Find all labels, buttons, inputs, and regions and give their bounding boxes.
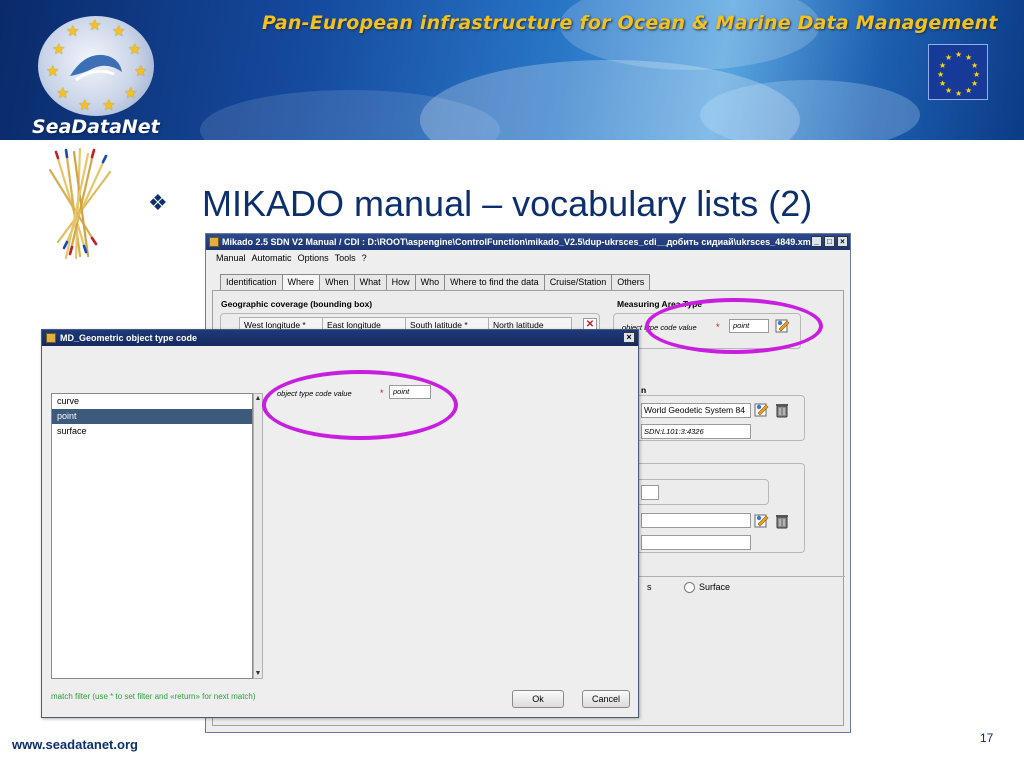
tab-bar: Identification Where When What How Who W… xyxy=(220,274,651,290)
main-window-title: Mikado 2.5 SDN V2 Manual / CDI : D:\ROOT… xyxy=(222,237,814,247)
title-bullet: ❖ xyxy=(148,190,168,215)
crs-code-input[interactable]: SDN:L101:3:4326 xyxy=(641,424,751,439)
menu-item-options[interactable]: Options xyxy=(298,250,329,266)
dialog-close-icon[interactable]: × xyxy=(623,332,635,343)
menu-item-help[interactable]: ? xyxy=(362,250,367,266)
edit-picker-icon[interactable] xyxy=(754,402,770,418)
logo-text: SeaDataNet xyxy=(32,116,160,138)
menu-item-tools[interactable]: Tools xyxy=(335,250,356,266)
close-icon[interactable]: × xyxy=(837,236,848,247)
main-window-titlebar[interactable]: Mikado 2.5 SDN V2 Manual / CDI : D:\ROOT… xyxy=(206,234,850,250)
list-item[interactable]: surface xyxy=(52,424,252,439)
vertical-code-input[interactable] xyxy=(641,535,751,550)
minimize-icon[interactable]: _ xyxy=(811,236,822,247)
slide-title: MIKADO manual – vocabulary lists (2) xyxy=(202,183,813,224)
maximize-icon[interactable]: □ xyxy=(824,236,835,247)
radio-surface-label: Surface xyxy=(699,582,731,592)
menu-item-automatic[interactable]: Automatic xyxy=(252,250,292,266)
slide: ★ ★ ★ ★ ★ ★ ★ ★ ★ ★ ★ SeaDataNet Pan-Eur… xyxy=(0,0,1024,768)
vertical-unit-input[interactable] xyxy=(641,513,751,528)
tab-how[interactable]: How xyxy=(385,274,416,290)
match-filter-hint: match filter (use * to set filter and «r… xyxy=(51,692,256,701)
seadatanet-logo-icon: ★ ★ ★ ★ ★ ★ ★ ★ ★ ★ ★ xyxy=(38,16,154,116)
trash-icon[interactable] xyxy=(774,513,790,529)
eu-flag-icon: ★ ★ ★ ★ ★ ★ ★ ★ ★ ★ ★ ★ xyxy=(928,44,988,100)
banner: ★ ★ ★ ★ ★ ★ ★ ★ ★ ★ ★ SeaDataNet Pan-Eur… xyxy=(0,0,1024,140)
crs-label: n xyxy=(641,385,647,395)
mikado-sticks-icon xyxy=(48,148,112,260)
radio-surface[interactable] xyxy=(684,582,695,593)
tab-others[interactable]: Others xyxy=(611,274,651,290)
tab-cruise-station[interactable]: Cruise/Station xyxy=(543,274,613,290)
dialog-title: MD_Geometric object type code xyxy=(60,333,198,343)
tab-identification[interactable]: Identification xyxy=(220,274,283,290)
list-item[interactable]: curve xyxy=(52,394,252,409)
scroll-up-icon[interactable]: ▲ xyxy=(254,394,262,403)
app-icon xyxy=(209,237,219,247)
page-number: 17 xyxy=(980,731,994,745)
tab-when[interactable]: When xyxy=(319,274,355,290)
vertical-value-input[interactable] xyxy=(641,485,659,500)
crs-name-input[interactable]: World Geodetic System 84 xyxy=(641,403,751,418)
edit-picker-icon[interactable] xyxy=(754,513,770,529)
list-item[interactable]: point xyxy=(52,409,252,424)
tab-where-to-find[interactable]: Where to find the data xyxy=(444,274,545,290)
tab-who[interactable]: Who xyxy=(414,274,446,290)
banner-title: Pan-European infrastructure for Ocean & … xyxy=(262,12,998,34)
geographic-coverage-label: Geographic coverage (bounding box) xyxy=(221,299,373,309)
trash-icon[interactable] xyxy=(774,402,790,418)
ok-button[interactable]: Ok xyxy=(512,690,564,708)
tab-where[interactable]: Where xyxy=(281,274,321,290)
highlight-ellipse xyxy=(262,370,458,440)
radio-label-fragment: s xyxy=(647,582,652,592)
footer-url[interactable]: www.seadatanet.org xyxy=(12,737,138,752)
menu-bar: Manual Automatic Options Tools ? xyxy=(206,250,850,266)
menu-item-manual[interactable]: Manual xyxy=(216,250,246,266)
vocabulary-list[interactable]: curve point surface xyxy=(51,393,253,679)
highlight-ellipse xyxy=(645,298,823,354)
scroll-down-icon[interactable]: ▼ xyxy=(254,669,262,678)
app-icon xyxy=(46,333,56,343)
dialog-titlebar[interactable]: MD_Geometric object type code × xyxy=(42,330,638,346)
separator xyxy=(613,576,845,577)
list-scrollbar[interactable]: ▲ ▼ xyxy=(253,393,263,679)
tab-what[interactable]: What xyxy=(353,274,387,290)
cancel-button[interactable]: Cancel xyxy=(582,690,630,708)
